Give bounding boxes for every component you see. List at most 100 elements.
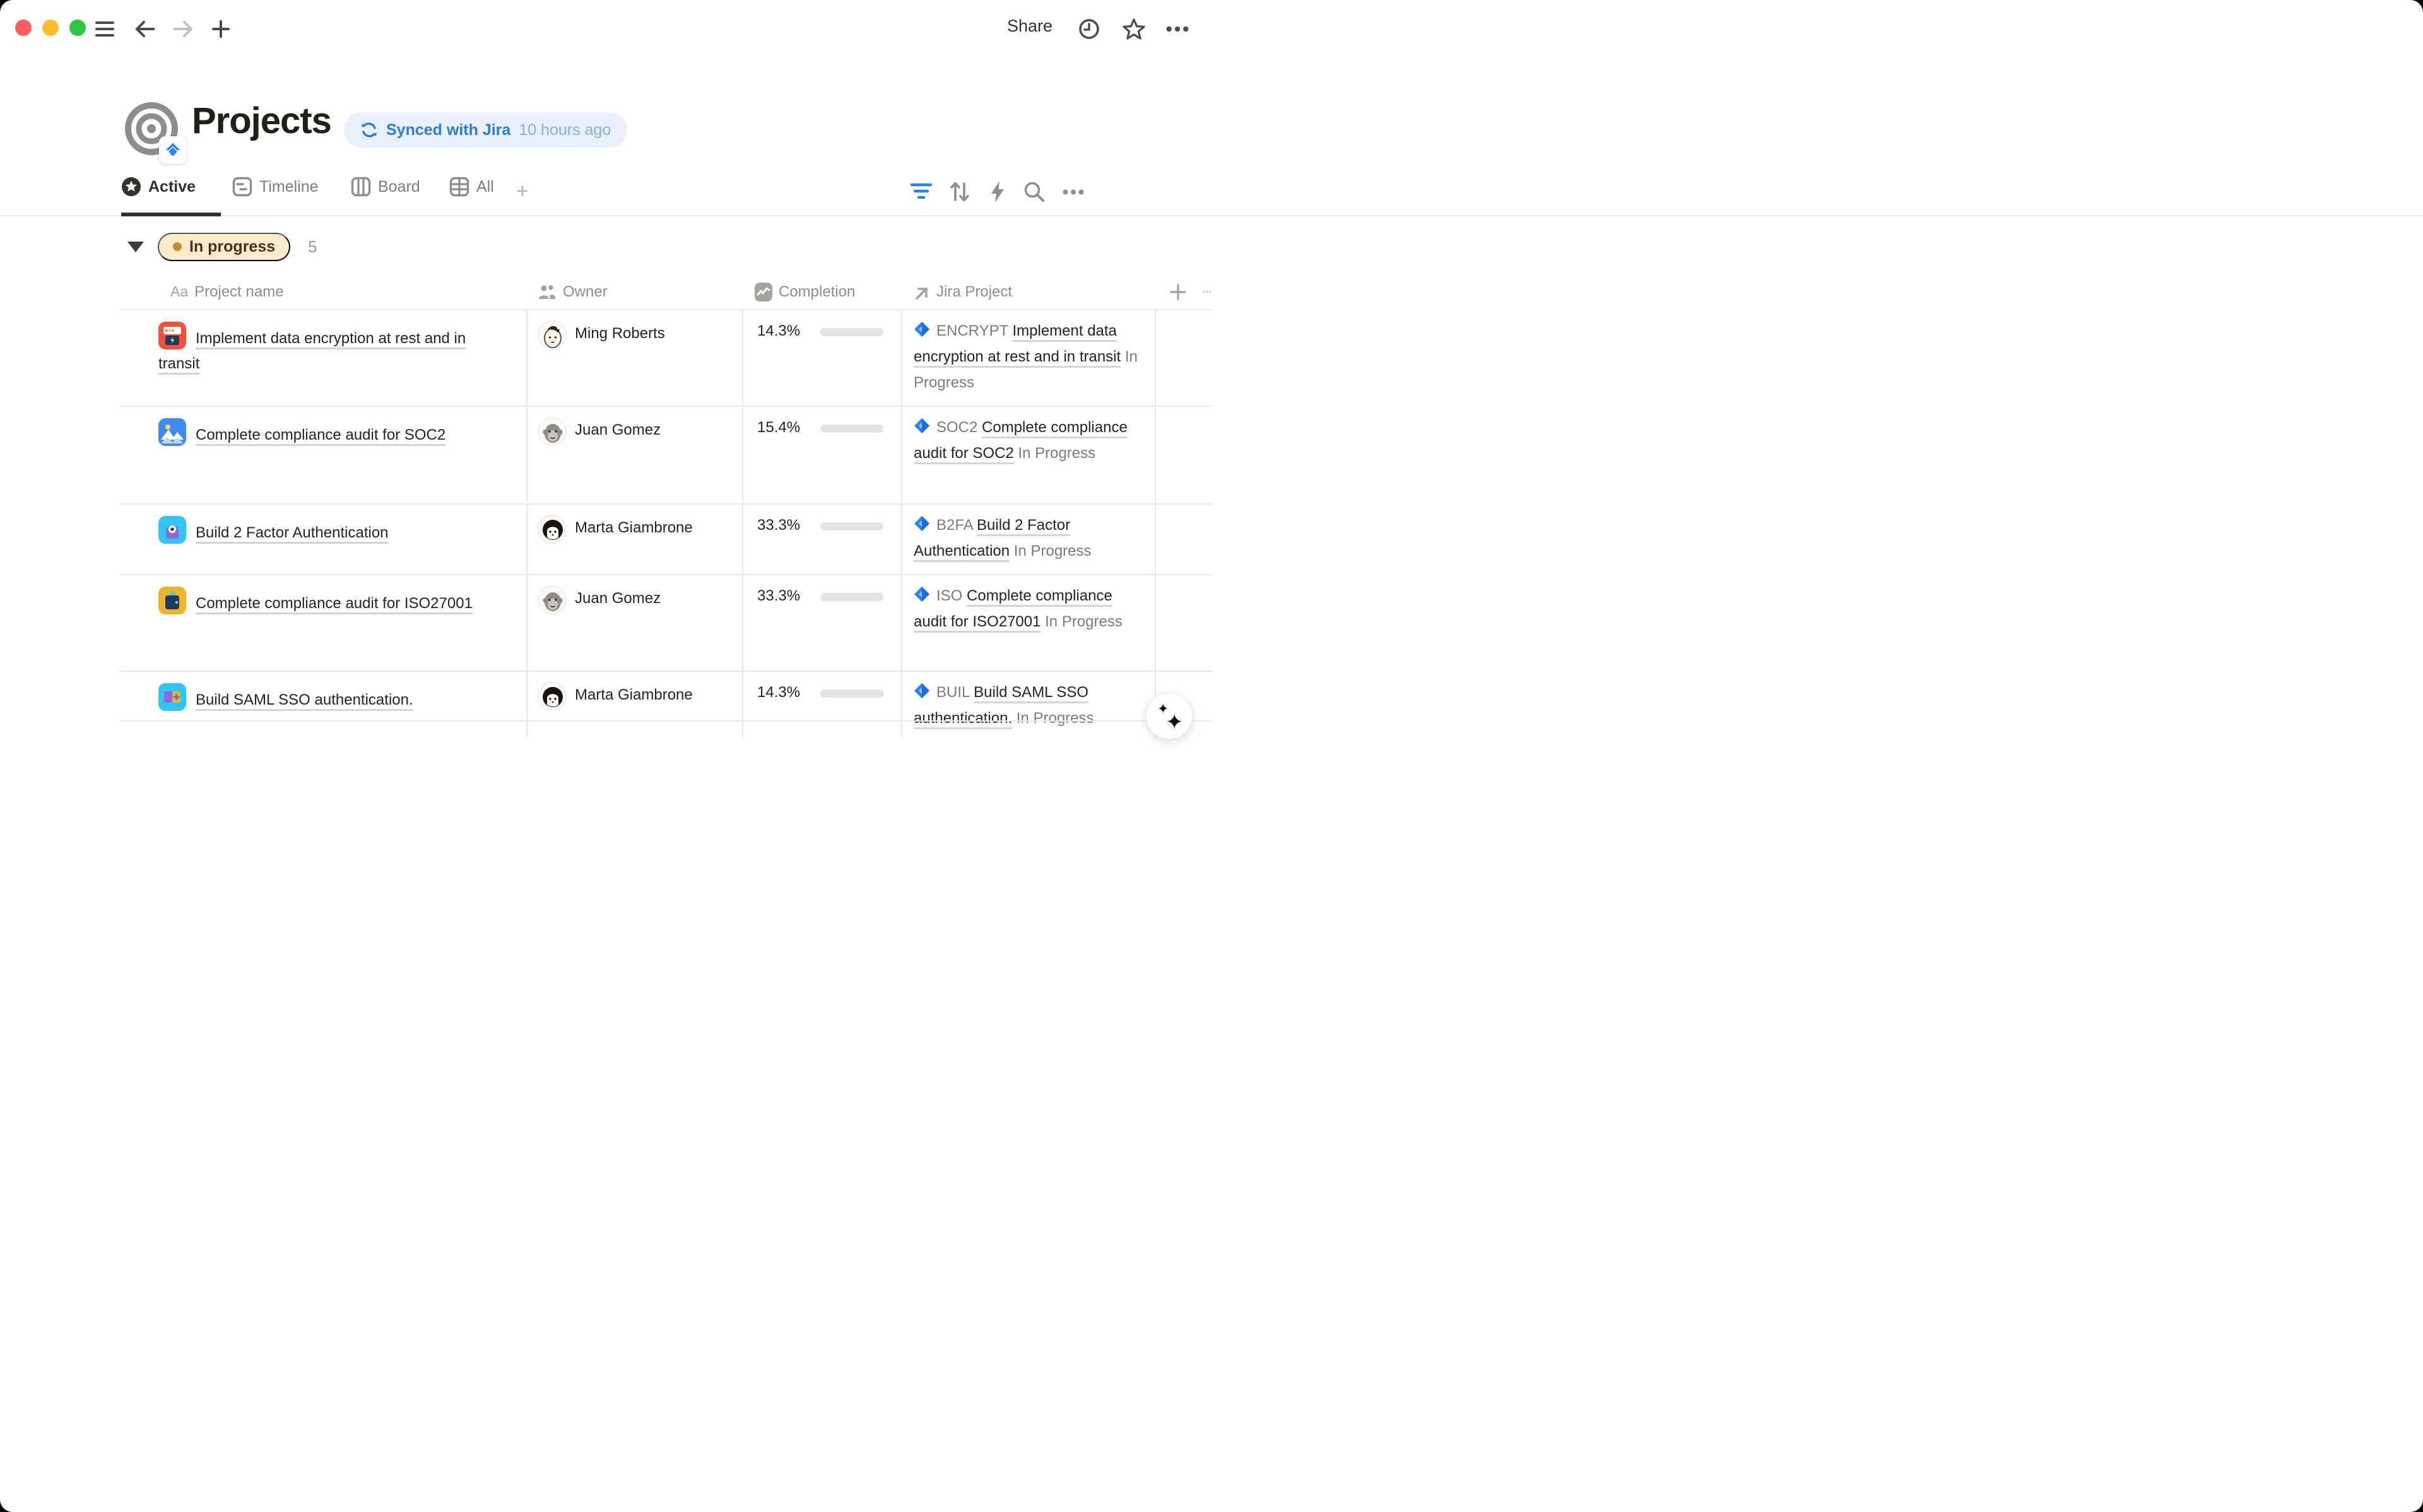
row-extra-cell <box>1156 505 1212 574</box>
owner-name: Marta Giambrone <box>575 681 693 704</box>
jira-issue-key[interactable]: B2FA <box>936 517 972 534</box>
project-icon-blocks <box>158 683 186 711</box>
completion-cell[interactable]: 33.3% <box>743 505 902 574</box>
jira-issue-key[interactable]: SOC2 <box>936 419 977 436</box>
tab-board[interactable]: Board <box>351 177 420 197</box>
project-title-link[interactable]: Build SAML SSO authentication. <box>196 691 413 708</box>
collapse-group-icon[interactable] <box>127 242 144 252</box>
project-name-cell[interactable]: Build 2 Factor Authentication <box>120 505 528 574</box>
forward-icon[interactable] <box>172 18 194 40</box>
project-name-cell[interactable]: Complete compliance audit for ISO27001 <box>120 575 528 671</box>
project-name-cell[interactable]: Implement data encryption at rest and in… <box>120 310 528 406</box>
back-icon[interactable] <box>134 18 156 40</box>
sidebar-menu-icon[interactable] <box>93 18 116 40</box>
more-options-icon[interactable] <box>1166 18 1189 40</box>
project-title-link[interactable]: Implement data encryption at rest and in… <box>158 330 466 372</box>
add-view-icon[interactable]: + <box>516 179 529 204</box>
search-icon[interactable] <box>1020 178 1048 206</box>
completion-percent: 15.4% <box>757 418 811 437</box>
table-row[interactable]: Complete compliance audit for SOC2 Juan … <box>120 407 1212 505</box>
people-icon <box>538 284 557 300</box>
jira-project-cell[interactable]: ENCRYPT Implement data encryption at res… <box>902 310 1156 406</box>
synced-timestamp: 10 hours ago <box>519 121 611 139</box>
progress-bar <box>820 328 883 336</box>
page-icon-target[interactable] <box>124 101 182 159</box>
notion-ai-button[interactable]: ✦ ✦ <box>1146 693 1193 739</box>
tab-active[interactable]: Active <box>121 177 196 197</box>
chart-rollup-icon <box>755 283 772 302</box>
completion-cell[interactable]: 33.3% <box>743 575 902 671</box>
table-options-icon[interactable] <box>1203 289 1212 295</box>
synced-with-jira-badge[interactable]: Synced with Jira 10 hours ago <box>344 112 627 148</box>
avatar-marta-giambrone <box>538 515 567 544</box>
project-title-link[interactable]: Build 2 Factor Authentication <box>196 524 389 541</box>
owner-cell[interactable]: Juan Gomez <box>528 575 743 671</box>
tab-all[interactable]: All <box>449 177 494 197</box>
progress-bar <box>820 425 883 433</box>
jira-project-cell[interactable]: B2FA Build 2 Factor Authentication In Pr… <box>902 505 1156 574</box>
project-title-link[interactable]: Complete compliance audit for SOC2 <box>196 426 445 443</box>
jira-project-cell[interactable]: SOC2 Complete compliance audit for SOC2 … <box>902 407 1156 503</box>
progress-bar <box>820 593 883 601</box>
view-options-icon[interactable] <box>1059 178 1087 206</box>
status-dot-icon <box>173 242 182 251</box>
project-icon-wallet <box>158 587 186 614</box>
completion-cell[interactable]: 14.3% <box>743 310 902 406</box>
sync-icon <box>360 121 378 139</box>
table-row[interactable]: Build SAML SSO authentication. Marta Gia… <box>120 672 1212 737</box>
minimize-window-button[interactable] <box>42 20 59 36</box>
automations-bolt-icon[interactable] <box>984 178 1011 206</box>
owner-cell[interactable]: Marta Giambrone <box>528 505 743 574</box>
owner-cell[interactable]: Ming Roberts <box>528 310 743 406</box>
group-header-in-progress: In progress 5 <box>120 231 317 262</box>
project-name-cell[interactable]: Complete compliance audit for SOC2 <box>120 407 528 503</box>
owner-cell[interactable]: Juan Gomez <box>528 407 743 503</box>
view-tabs-bar: Active Timeline Board All + <box>0 169 2423 216</box>
jira-project-cell[interactable]: ISO Complete compliance audit for ISO270… <box>902 575 1156 671</box>
viewport-bottom-divider <box>120 720 1212 722</box>
table-row[interactable]: Build 2 Factor Authentication Marta Giam… <box>120 505 1212 575</box>
text-type-icon: Aa <box>170 283 188 300</box>
column-header-owner[interactable]: Owner <box>528 274 743 309</box>
completion-cell[interactable]: 14.3% <box>743 672 902 737</box>
column-header-extra <box>1156 274 1212 309</box>
column-header-project-name[interactable]: Aa Project name <box>120 274 528 309</box>
tab-timeline[interactable]: Timeline <box>232 177 319 197</box>
favorite-star-icon[interactable] <box>1123 18 1145 40</box>
project-name-cell[interactable]: Build SAML SSO authentication. <box>120 672 528 737</box>
column-header-jira-project[interactable]: Jira Project <box>902 274 1156 309</box>
column-header-completion-label: Completion <box>779 283 855 301</box>
project-title-link[interactable]: Complete compliance audit for ISO27001 <box>196 595 473 612</box>
avatar-juan-gomez <box>538 585 567 614</box>
column-header-completion[interactable]: Completion <box>743 274 902 309</box>
jira-issue-key[interactable]: BUIL <box>936 684 969 701</box>
jira-issue-key[interactable]: ISO <box>936 587 962 604</box>
table-row[interactable]: Complete compliance audit for ISO27001 J… <box>120 575 1212 672</box>
jira-status: In Progress <box>1018 445 1095 462</box>
new-tab-icon[interactable] <box>209 18 232 40</box>
close-window-button[interactable] <box>15 20 32 36</box>
tab-all-label: All <box>476 178 494 196</box>
owner-name: Juan Gomez <box>575 584 661 607</box>
completion-cell[interactable]: 15.4% <box>743 407 902 503</box>
sort-icon[interactable] <box>946 178 974 206</box>
table-row[interactable]: Implement data encryption at rest and in… <box>120 310 1212 407</box>
group-count: 5 <box>308 237 317 257</box>
group-status-pill[interactable]: In progress <box>158 233 290 261</box>
owner-cell[interactable]: Marta Giambrone <box>528 672 743 737</box>
owner-name: Marta Giambrone <box>575 513 693 537</box>
add-column-icon[interactable] <box>1170 281 1186 303</box>
share-button[interactable]: Share <box>1007 16 1052 36</box>
traffic-lights <box>15 20 86 36</box>
zoom-window-button[interactable] <box>69 20 86 36</box>
jira-issue-key[interactable]: ENCRYPT <box>936 322 1008 339</box>
row-extra-cell <box>1156 310 1212 406</box>
filter-icon[interactable] <box>907 178 935 206</box>
sparkle-icon: ✦ <box>1165 710 1184 735</box>
tab-board-label: Board <box>378 178 420 196</box>
project-icon-landscape <box>158 418 186 446</box>
jira-status: In Progress <box>1014 542 1092 560</box>
history-clock-icon[interactable] <box>1078 18 1100 40</box>
jira-project-cell[interactable]: BUIL Build SAML SSO authentication. In P… <box>902 672 1156 737</box>
progress-bar <box>820 689 883 698</box>
